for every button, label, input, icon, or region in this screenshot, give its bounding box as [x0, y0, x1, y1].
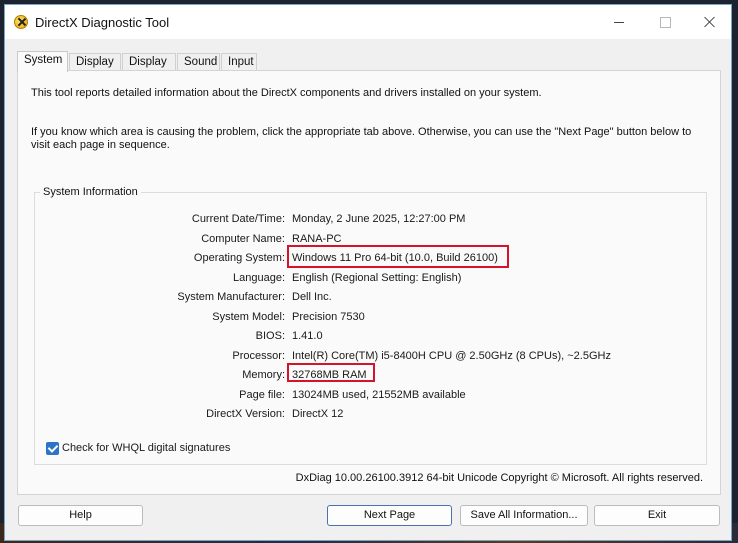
- row-system-model: System Model: Precision 7530: [35, 311, 708, 325]
- row-page-file: Page file: 13024MB used, 21552MB availab…: [35, 389, 708, 403]
- minimize-icon[interactable]: [610, 13, 628, 31]
- row-bios: BIOS: 1.41.0: [35, 330, 708, 344]
- maximize-icon[interactable]: [656, 13, 674, 31]
- title-bar[interactable]: DirectX Diagnostic Tool: [5, 5, 731, 39]
- row-label: System Model:: [212, 310, 285, 323]
- exit-button[interactable]: Exit: [594, 505, 720, 526]
- tab-display-1[interactable]: Display 1: [69, 53, 121, 85]
- row-value: Monday, 2 June 2025, 12:27:00 PM: [292, 213, 466, 225]
- directx-app-icon: [14, 15, 28, 29]
- row-value: Dell Inc.: [292, 291, 332, 303]
- close-icon[interactable]: [701, 13, 719, 31]
- memory-highlight-box: [287, 363, 375, 382]
- tab-input[interactable]: Input: [221, 53, 257, 71]
- row-label: Current Date/Time:: [191, 213, 285, 225]
- intro-text-1: This tool reports detailed information a…: [31, 87, 542, 99]
- whql-label: Check for WHQL digital signatures: [62, 442, 231, 454]
- tab-system[interactable]: System: [17, 51, 68, 72]
- row-label: Computer Name:: [201, 232, 285, 245]
- save-all-information-button[interactable]: Save All Information...: [460, 505, 588, 526]
- intro-text-2: If you know which area is causing the pr…: [31, 126, 692, 151]
- row-label: BIOS:: [255, 330, 285, 342]
- row-manufacturer: System Manufacturer: Dell Inc.: [35, 291, 708, 305]
- row-date-time: Current Date/Time: Monday, 2 June 2025, …: [35, 213, 708, 227]
- row-value: English (Regional Setting: English): [292, 271, 462, 284]
- row-value: RANA-PC: [292, 232, 342, 245]
- row-label: System Manufacturer:: [177, 291, 285, 303]
- row-value: Precision 7530: [292, 310, 365, 323]
- row-value: 13024MB used, 21552MB available: [292, 388, 466, 401]
- row-label: Page file:: [239, 388, 285, 401]
- group-title: System Information: [40, 186, 141, 198]
- version-copyright-text: DxDiag 10.00.26100.3912 64-bit Unicode C…: [295, 472, 703, 484]
- row-value: Intel(R) Core(TM) i5-8400H CPU @ 2.50GHz…: [292, 349, 611, 362]
- row-value: 1.41.0: [292, 330, 323, 342]
- os-highlight-box: [287, 245, 509, 268]
- row-label: DirectX Version:: [206, 408, 285, 420]
- tab-display-2[interactable]: Display 2: [122, 53, 176, 85]
- help-button[interactable]: Help: [18, 505, 143, 526]
- system-tab-panel: This tool reports detailed information a…: [17, 70, 721, 495]
- tab-sound[interactable]: Sound: [177, 53, 220, 71]
- row-language: Language: English (Regional Setting: Eng…: [35, 272, 708, 286]
- row-value: DirectX 12: [292, 408, 344, 420]
- dxdiag-window: DirectX Diagnostic Tool System Display 1…: [4, 4, 732, 541]
- row-processor: Processor: Intel(R) Core(TM) i5-8400H CP…: [35, 350, 708, 364]
- row-label: Operating System:: [193, 252, 285, 264]
- row-label: Processor:: [232, 349, 285, 362]
- row-label: Language:: [233, 271, 285, 284]
- next-page-button[interactable]: Next Page: [327, 505, 452, 526]
- row-label: Memory:: [242, 369, 285, 381]
- window-title: DirectX Diagnostic Tool: [35, 15, 170, 30]
- whql-checkbox[interactable]: [46, 442, 59, 455]
- row-directx-version: DirectX Version: DirectX 12: [35, 408, 708, 422]
- system-information-group: System Information Current Date/Time: Mo…: [34, 186, 708, 465]
